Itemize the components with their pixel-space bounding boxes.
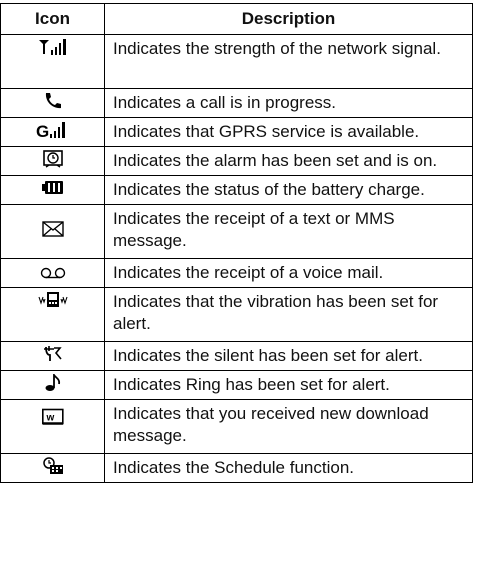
signal-strength-icon xyxy=(38,38,68,56)
row-description: Indicates the receipt of a voice mail. xyxy=(104,258,473,288)
table-row: Indicates the silent has been set for al… xyxy=(0,341,473,371)
music-note-icon xyxy=(44,374,62,392)
phone-call-icon xyxy=(43,92,63,110)
svg-text:G: G xyxy=(36,122,49,139)
row-description: Indicates the silent has been set for al… xyxy=(104,341,473,371)
table-row: Indicates the receipt of a text or MMS m… xyxy=(0,204,473,259)
icon-column-header: Icon xyxy=(0,3,105,35)
row-description: Indicates a call is in progress. xyxy=(104,88,473,118)
row-description: Indicates Ring has been set for alert. xyxy=(104,370,473,400)
table-row: Indicates Ring has been set for alert. xyxy=(0,370,473,400)
row-description: Indicates the status of the battery char… xyxy=(104,175,473,205)
table-row: w Indicates that you received new downlo… xyxy=(0,399,473,454)
row-description: Indicates that you received new download… xyxy=(104,399,473,454)
page: Icon Description Indicates the strength … xyxy=(0,0,477,575)
vibration-icon xyxy=(37,291,68,309)
download-icon: w xyxy=(41,408,64,426)
alarm-clock-icon xyxy=(42,150,64,168)
row-description: Indicates the strength of the network si… xyxy=(104,34,473,89)
table-row: Indicates that the vibration has been se… xyxy=(0,287,473,342)
svg-text:w: w xyxy=(45,413,54,424)
table-header-row: Icon Description xyxy=(0,3,473,35)
icon-table: Icon Description Indicates the strength … xyxy=(0,3,473,483)
row-description: Indicates the receipt of a text or MMS m… xyxy=(104,204,473,259)
description-column-header: Description xyxy=(104,3,473,35)
table-row: Indicates the receipt of a voice mail. xyxy=(0,258,473,288)
table-row: G Indicates that GPRS service is availab… xyxy=(0,117,473,147)
gprs-icon: G xyxy=(36,121,70,139)
table-row: Indicates a call is in progress. xyxy=(0,88,473,118)
silent-icon xyxy=(42,345,64,363)
row-description: Indicates the alarm has been set and is … xyxy=(104,146,473,176)
battery-icon xyxy=(41,179,64,197)
voicemail-icon xyxy=(40,262,66,280)
table-row: Indicates the strength of the network si… xyxy=(0,34,473,89)
row-description: Indicates that GPRS service is available… xyxy=(104,117,473,147)
row-description: Indicates that the vibration has been se… xyxy=(104,287,473,342)
row-description: Indicates the Schedule function. xyxy=(104,453,473,483)
envelope-icon xyxy=(41,220,64,238)
table-row: Indicates the alarm has been set and is … xyxy=(0,146,473,176)
table-row: Indicates the status of the battery char… xyxy=(0,175,473,205)
schedule-icon xyxy=(42,457,64,475)
table-row: Indicates the Schedule function. xyxy=(0,453,473,483)
